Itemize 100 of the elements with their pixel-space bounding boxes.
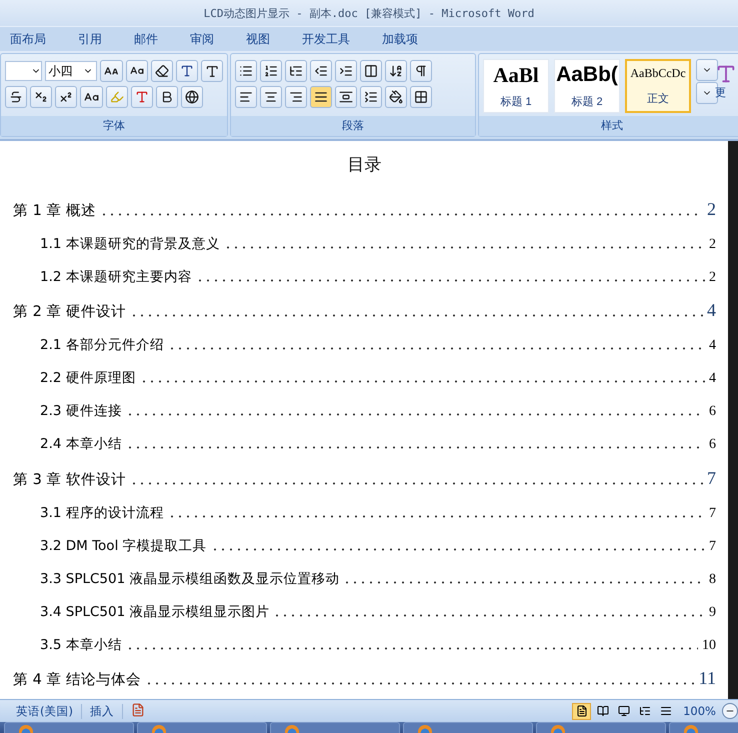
align-right-button[interactable] (285, 86, 307, 108)
subscript-button[interactable] (30, 86, 52, 108)
ribbon-tab[interactable]: 加载项 (382, 28, 418, 50)
change-case-button[interactable] (80, 86, 103, 108)
decrease-indent-icon (314, 64, 328, 78)
toc-entry: 3.3 SPLC501 液晶显示模组函数及显示位置移动 (40, 570, 340, 588)
letter-icon (715, 63, 737, 85)
asian-layout-icon (364, 64, 378, 78)
strikethrough-button[interactable] (5, 86, 27, 108)
language-status[interactable]: 英语(美国) (0, 704, 82, 718)
insert-mode-status[interactable]: 插入 (82, 704, 123, 718)
toc-entry: 第 1 章 概述 (13, 202, 96, 220)
show-marks-button[interactable] (410, 60, 432, 82)
justify-button[interactable] (310, 86, 332, 108)
group-label: 字体 (1, 116, 227, 136)
borders-button[interactable] (410, 86, 432, 108)
subscript-icon (34, 90, 48, 104)
toc-entry: 第 2 章 硬件设计 (13, 302, 126, 322)
outline-icon (638, 705, 651, 717)
sort-icon (389, 64, 403, 78)
decrease-indent-button[interactable] (310, 60, 332, 82)
window-title: LCD动态图片显示 - 副本.doc [兼容模式] - Microsoft Word (204, 6, 534, 20)
style-name: 标题 1 (500, 95, 532, 109)
ribbon-tab[interactable]: 面布局 (10, 28, 46, 50)
char-shading-button[interactable] (156, 86, 178, 108)
page-number: 4 (709, 371, 716, 388)
ribbon-tab[interactable]: 引用 (78, 28, 102, 50)
enclose-char-icon (185, 90, 199, 104)
zoom-out-button[interactable] (722, 703, 738, 719)
browser-icon (152, 725, 166, 733)
bullets-icon (239, 64, 253, 78)
browser-icon (418, 725, 432, 733)
browser-icon (285, 725, 299, 733)
font-size-value: 小四 (48, 62, 73, 80)
shrink-font-button[interactable] (126, 60, 148, 82)
ribbon-tab[interactable]: 视图 (246, 28, 270, 50)
style-name: 正文 (647, 92, 669, 106)
char-border-button[interactable] (200, 60, 224, 82)
align-center-icon (264, 90, 278, 104)
ribbon-tab[interactable]: 开发工具 (302, 28, 350, 50)
numbering-icon (264, 64, 278, 78)
style-card[interactable]: AaBb( 标题 2 (554, 59, 620, 113)
asian-layout-button[interactable] (360, 60, 382, 82)
style-preview: AaBbCcDc (630, 66, 686, 81)
browser-icon (19, 725, 33, 733)
enclose-char-button[interactable] (181, 86, 203, 108)
zoom-level: 100% (683, 704, 717, 718)
toc-entry: 2.3 硬件连接 (40, 402, 122, 421)
ribbon-tab[interactable]: 邮件 (134, 28, 158, 50)
font-name-field[interactable] (5, 61, 42, 81)
group-label: 样式 (479, 116, 738, 136)
numbering-button[interactable] (260, 60, 282, 82)
style-card[interactable]: AaBbCcDc 正文 (625, 59, 691, 113)
align-center-button[interactable] (260, 86, 282, 108)
borders-icon (414, 90, 428, 104)
distribute-icon (339, 90, 353, 104)
shading-button[interactable] (385, 86, 407, 108)
increase-indent-icon (339, 64, 353, 78)
char-border-icon (204, 64, 220, 78)
print-layout-button[interactable] (572, 702, 592, 720)
font-color-button[interactable] (131, 86, 153, 108)
ribbon-tab[interactable]: 审阅 (190, 28, 214, 50)
superscript-button[interactable] (55, 86, 77, 108)
toc-entry: 3.4 SPLC501 液晶显示模组显示图片 (40, 602, 270, 622)
clear-format-button[interactable] (150, 60, 173, 82)
superscript-icon (59, 90, 73, 104)
toc-entry: 1.1 本课题研究的背景及意义 (40, 234, 220, 254)
align-left-button[interactable] (235, 86, 257, 108)
align-right-icon (289, 90, 303, 104)
distribute-button[interactable] (335, 86, 357, 108)
multilevel-list-button[interactable] (285, 60, 307, 82)
font-size-field[interactable]: 小四 (44, 61, 98, 81)
page-number: 10 (702, 638, 716, 654)
style-card[interactable]: AaBl 标题 1 (483, 59, 549, 113)
sort-button[interactable] (385, 60, 407, 82)
monitor-icon (618, 705, 630, 717)
book-icon (596, 705, 609, 717)
toc-entry: 3.1 程序的设计流程 (40, 504, 164, 522)
toc-entry: 2.4 本章小结 (40, 435, 122, 454)
page-number: 4 (707, 300, 716, 322)
grow-font-button[interactable] (100, 60, 123, 82)
macro-icon (130, 702, 145, 716)
line-spacing-button[interactable] (360, 86, 382, 108)
toc-entry: 3.2 DM Tool 字模提取工具 (40, 536, 207, 556)
page-number: 9 (709, 604, 716, 622)
increase-indent-button[interactable] (335, 60, 357, 82)
page-number: 6 (709, 404, 716, 421)
strikethrough-icon (9, 90, 23, 104)
browser-icon (551, 725, 565, 733)
toc-heading: 目录 (348, 154, 382, 176)
align-left-icon (239, 90, 253, 104)
toc-entry: 2.1 各部分元件介绍 (40, 336, 164, 355)
highlight-icon (110, 90, 124, 104)
bullets-button[interactable] (235, 60, 257, 82)
style-preview: AaBb( (556, 63, 618, 88)
page-number: 6 (709, 437, 716, 454)
page-number: 2 (709, 236, 716, 254)
style-preview: AaBl (493, 63, 539, 88)
change-styles-button[interactable]: 更 (715, 59, 731, 100)
phonetic-button[interactable] (176, 60, 198, 82)
